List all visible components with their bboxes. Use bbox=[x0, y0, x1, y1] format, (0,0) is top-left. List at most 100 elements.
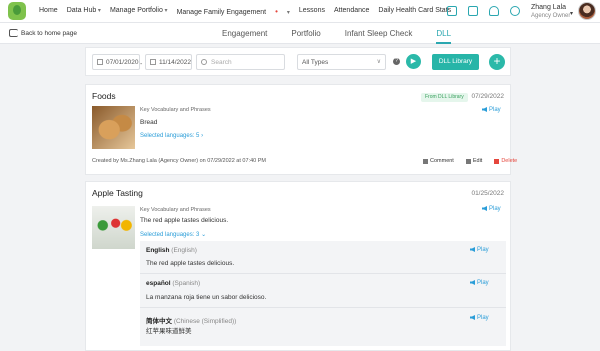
calendar-icon bbox=[150, 59, 156, 65]
help-icon[interactable]: ? bbox=[393, 58, 400, 65]
tab-infant-sleep-check[interactable]: Infant Sleep Check bbox=[345, 23, 413, 44]
date-separator: - bbox=[140, 61, 143, 68]
dll-card: Apple Tasting 01/25/2022 Key Vocabulary … bbox=[85, 181, 511, 351]
play-button[interactable]: Play bbox=[470, 247, 489, 253]
nav-manage-portfolio[interactable]: Manage Portfolio bbox=[110, 7, 168, 16]
selected-languages-toggle[interactable]: Selected languages: 3 ⌄ bbox=[140, 231, 206, 238]
nav-manage-family-engagement[interactable]: Manage Family Engagement • ▾ bbox=[177, 7, 290, 16]
status-badge: From DLL Library bbox=[421, 93, 468, 102]
card-content: Bread bbox=[140, 119, 158, 126]
bell-icon[interactable] bbox=[489, 6, 499, 16]
nav-attendance[interactable]: Attendance bbox=[334, 7, 369, 16]
back-to-home-link[interactable]: Back to home page bbox=[9, 29, 77, 37]
speaker-icon bbox=[470, 280, 475, 285]
language-item: español (Spanish) Play La manzana roja t… bbox=[140, 274, 506, 308]
school-icon[interactable] bbox=[447, 6, 457, 16]
comment-icon bbox=[423, 158, 428, 164]
nav-lessons[interactable]: Lessons bbox=[299, 7, 325, 16]
selected-languages-label: Selected languages: 5 bbox=[140, 133, 200, 139]
add-button[interactable]: + bbox=[489, 54, 505, 70]
main-nav: Home Data Hub Manage Portfolio Manage Fa… bbox=[39, 7, 460, 16]
type-select[interactable]: All Types bbox=[297, 54, 386, 70]
user-role: Agency Owner bbox=[531, 13, 571, 19]
language-text: La manzana roja tiene un sabor delicioso… bbox=[146, 294, 267, 301]
language-text: The red apple tastes delicious. bbox=[146, 260, 235, 267]
language-list: English (English) Play The red apple tas… bbox=[140, 241, 506, 346]
dll-card: Foods From DLL Library 07/29/2022 Key Vo… bbox=[85, 84, 517, 175]
language-name: English (English) bbox=[146, 247, 197, 254]
tab-portfolio[interactable]: Portfolio bbox=[291, 23, 320, 44]
play-button[interactable]: Play bbox=[470, 315, 489, 321]
speaker-icon bbox=[470, 247, 475, 252]
card-title: Apple Tasting bbox=[92, 188, 143, 198]
edit-icon bbox=[465, 158, 471, 164]
created-by-text: Created by Ms.Zhang Lala (Agency Owner) … bbox=[92, 158, 266, 164]
edit-label: Edit bbox=[472, 158, 483, 164]
nav-daily-health-card-stats[interactable]: Daily Health Card Stats bbox=[378, 7, 451, 16]
comment-button[interactable]: Comment bbox=[423, 158, 460, 164]
chevron-right-icon: › bbox=[201, 133, 204, 139]
search-icon bbox=[201, 59, 207, 65]
language-name-label: español bbox=[146, 280, 171, 287]
user-menu-chevron-icon[interactable]: ▾ bbox=[570, 10, 573, 17]
avatar[interactable] bbox=[578, 2, 596, 20]
app-logo[interactable] bbox=[8, 2, 26, 20]
nav-manage-family-engagement-label: Manage Family Engagement bbox=[176, 8, 267, 16]
tab-dll[interactable]: DLL bbox=[436, 23, 452, 44]
nav-home[interactable]: Home bbox=[39, 7, 58, 16]
speaker-icon bbox=[482, 107, 487, 112]
section-label: Key Vocabulary and Phrases bbox=[140, 207, 211, 213]
speaker-icon bbox=[482, 206, 487, 211]
card-thumbnail[interactable] bbox=[92, 206, 135, 249]
end-date-value: 11/14/2022 bbox=[158, 58, 191, 66]
card-content: The red apple tastes delicious. bbox=[140, 217, 229, 224]
speaker-icon bbox=[470, 315, 475, 320]
play-button[interactable]: Play bbox=[470, 280, 489, 286]
play-label: Play bbox=[489, 107, 501, 113]
edit-button[interactable]: Edit bbox=[465, 158, 488, 164]
chevron-down-icon: ⌄ bbox=[201, 232, 207, 238]
back-arrow-icon bbox=[9, 29, 18, 37]
type-select-value: All Types bbox=[302, 58, 329, 66]
play-button[interactable]: Play bbox=[482, 206, 501, 212]
notification-dot: • bbox=[275, 6, 278, 16]
language-item: 简体中文 (Chinese (Simplified)) Play 红苹果味道鲜美 bbox=[140, 308, 506, 346]
selected-languages-label: Selected languages: 3 bbox=[140, 232, 200, 238]
start-date-value: 07/01/2020 bbox=[106, 58, 139, 66]
tab-engagement[interactable]: Engagement bbox=[222, 23, 267, 44]
chevron-down-icon: ▾ bbox=[286, 9, 290, 16]
delete-label: Delete bbox=[501, 158, 518, 164]
card-actions: Comment Edit Delete bbox=[423, 158, 529, 164]
tab-bar: Engagement Portfolio Infant Sleep Check … bbox=[222, 23, 475, 44]
top-navbar: Home Data Hub Manage Portfolio Manage Fa… bbox=[0, 0, 600, 23]
user-info[interactable]: Zhang Lala Agency Owner bbox=[531, 3, 570, 21]
play-label: Play bbox=[477, 315, 489, 321]
language-name-label: 简体中文 bbox=[146, 318, 172, 325]
play-label: Play bbox=[477, 280, 489, 286]
end-date-field[interactable]: 11/14/2022 bbox=[145, 54, 192, 70]
language-subname: (Spanish) bbox=[172, 280, 201, 287]
user-name: Zhang Lala bbox=[531, 4, 567, 11]
play-label: Play bbox=[489, 206, 501, 212]
language-name-label: English bbox=[146, 247, 170, 254]
delete-button[interactable]: Delete bbox=[494, 158, 523, 164]
dll-library-button[interactable]: DLL Library bbox=[432, 54, 479, 70]
search-placeholder: Search bbox=[211, 58, 232, 66]
play-label: Play bbox=[477, 247, 489, 253]
graduation-cap-icon[interactable] bbox=[468, 6, 478, 16]
section-label: Key Vocabulary and Phrases bbox=[140, 107, 211, 113]
language-item: English (English) Play The red apple tas… bbox=[140, 241, 506, 274]
selected-languages-toggle[interactable]: Selected languages: 5 › bbox=[140, 133, 203, 139]
play-button[interactable]: Play bbox=[482, 107, 501, 113]
card-thumbnail[interactable] bbox=[92, 106, 135, 149]
search-input[interactable]: Search bbox=[196, 54, 285, 70]
start-date-field[interactable]: 07/01/2020 bbox=[92, 54, 140, 70]
language-text: 红苹果味道鲜美 bbox=[146, 328, 192, 335]
back-label: Back to home page bbox=[21, 29, 78, 37]
play-all-button[interactable]: ▶ bbox=[406, 54, 421, 69]
card-title: Foods bbox=[92, 91, 116, 101]
card-date: 01/25/2022 bbox=[471, 190, 504, 197]
nav-data-hub[interactable]: Data Hub bbox=[67, 7, 101, 16]
language-name: español (Spanish) bbox=[146, 280, 200, 287]
gear-icon[interactable] bbox=[510, 6, 520, 16]
